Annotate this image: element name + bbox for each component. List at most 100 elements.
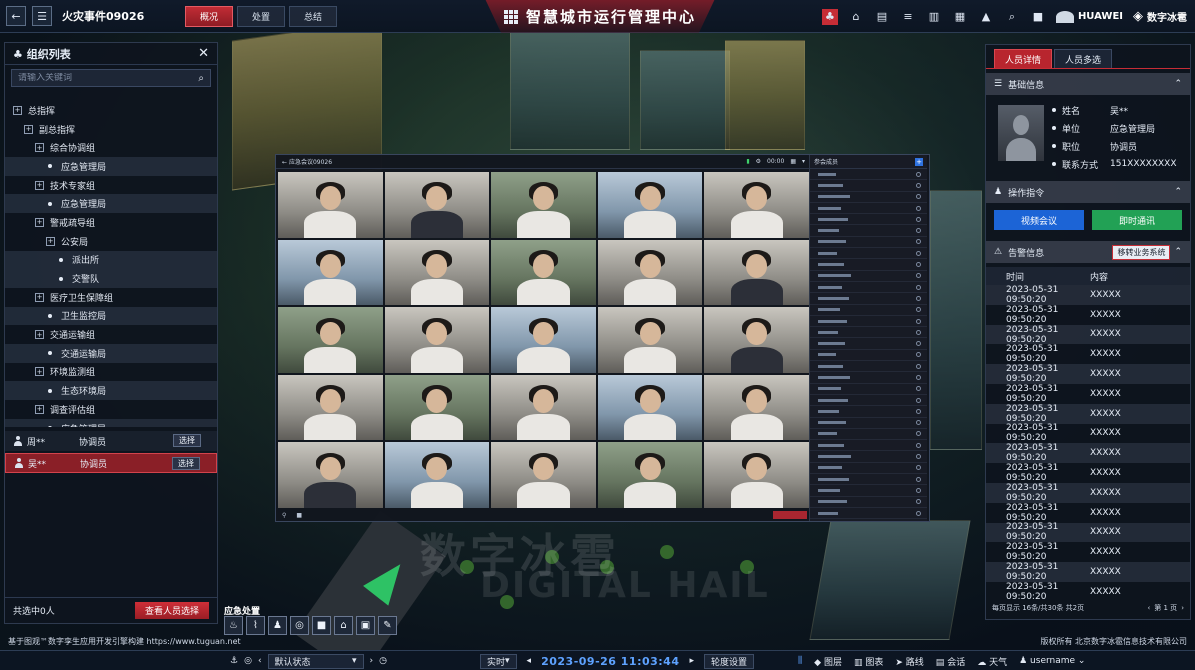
participant-row[interactable] [810,497,927,508]
monitor-icon[interactable]: ▤ [874,9,890,25]
participant-row[interactable] [810,203,927,215]
tree-node[interactable]: + 总指挥 [5,101,217,120]
expand-icon[interactable]: + [35,330,44,340]
next-page-icon[interactable]: › [1181,604,1184,612]
basic-info-header[interactable]: ☰ 基础信息 ⌃ [986,73,1190,95]
search-icon[interactable]: ⌕ [1004,9,1020,25]
participant-row[interactable] [810,282,927,294]
participant-row[interactable] [810,350,927,362]
chart-button[interactable]: ▥ 图表 [854,655,883,668]
tab-summary[interactable]: 总结 [289,6,337,27]
chevron-left-icon[interactable]: ‹ [258,656,262,666]
route-icon[interactable]: ⌇ [246,616,265,635]
chevron-down-icon[interactable]: ▾ [802,158,805,165]
participant-row[interactable] [810,485,927,497]
video-tile[interactable] [278,442,383,508]
transfer-system-button[interactable]: 移转业务系统 [1112,244,1171,260]
tree-node[interactable]: + 技术专家组 [5,176,217,195]
participant-row[interactable] [810,440,927,452]
anchor-icon[interactable]: ⚓ [230,656,238,666]
video-tile[interactable] [384,307,490,373]
target-icon[interactable]: ◎ [290,616,309,635]
video-tile[interactable] [704,239,809,306]
alert-row[interactable]: 2023-05-31 09:50:20 XXXXX [986,285,1190,305]
tree-node[interactable]: + 公安局 [5,232,217,251]
video-tile[interactable] [384,442,490,508]
tree-node[interactable]: 生态环境局 [5,381,217,400]
prev-page-icon[interactable]: ‹ [1147,604,1150,612]
participant-row[interactable] [810,429,927,441]
tree-node[interactable]: + 综合协调组 [5,138,217,157]
tab-person-multi[interactable]: 人员多选 [1054,49,1113,68]
participant-row[interactable] [810,316,927,328]
video-tile[interactable] [384,239,490,306]
participant-row[interactable] [810,248,927,260]
alert-row[interactable]: 2023-05-31 09:50:20 XXXXX [986,384,1190,404]
fire-icon[interactable]: ♨ [224,616,243,635]
video-tile[interactable] [704,172,809,238]
participant-row[interactable] [810,361,927,373]
expand-icon[interactable]: + [35,217,44,227]
settings-button[interactable]: 轮度设置 [704,653,755,669]
tree-node[interactable]: + 副总指挥 [5,120,217,139]
participant-row[interactable] [810,338,927,350]
target-icon[interactable]: ◎ [244,656,252,666]
camera-icon[interactable]: ■ [1030,9,1046,25]
tree-node[interactable]: + 医疗卫生保障组 [5,288,217,307]
participant-row[interactable] [810,451,927,463]
camera-toggle-icon[interactable]: ■ [296,512,302,519]
participant-row[interactable] [810,327,927,339]
participant-row[interactable] [810,293,927,305]
tree-node[interactable]: 卫生监控局 [5,306,217,326]
person-row-selected[interactable]: 吴** 协调员 选择 [5,453,217,473]
alert-row[interactable]: 2023-05-31 09:50:20 XXXXX [986,404,1190,424]
clock-icon[interactable]: ◷ [379,656,387,666]
close-icon[interactable]: ✕ [198,46,209,61]
video-camera-icon[interactable]: ■ [312,616,331,635]
expand-icon[interactable]: + [24,124,33,134]
tree-node[interactable]: + 环境监测组 [5,363,217,382]
chevron-right-icon[interactable]: › [370,656,374,666]
tree-node[interactable]: 交通运输局 [5,343,217,363]
expand-icon[interactable]: + [35,180,44,190]
video-tile[interactable] [597,239,703,306]
chevron-up-icon[interactable]: ⌃ [1174,79,1182,89]
video-tile[interactable] [278,239,383,306]
person-row[interactable]: 周** 协调员 选择 [5,431,217,451]
expand-icon[interactable]: + [46,236,55,246]
alert-row[interactable]: 2023-05-31 09:50:20 XXXXX [986,423,1190,443]
expand-icon[interactable]: + [13,105,22,115]
select-person-button[interactable]: 选择 [172,457,200,470]
video-tile[interactable] [278,307,383,373]
view-selection-button[interactable]: 查看人员选择 [134,602,209,619]
grid-view-icon[interactable]: ▦ [952,9,968,25]
alert-row[interactable]: 2023-05-31 09:50:20 XXXXX [986,344,1190,364]
settings-icon[interactable]: ⚙ [756,158,761,165]
video-tile[interactable] [597,307,703,373]
alert-row[interactable]: 2023-05-31 09:50:20 XXXXX [986,443,1190,463]
align-icon[interactable]: ⫼ [798,656,802,666]
building-icon[interactable]: ⌂ [334,616,353,635]
next-time-icon[interactable]: ▸ [690,656,695,666]
tree-node[interactable]: 交警队 [5,269,217,288]
add-participant-icon[interactable]: + [915,157,923,166]
participant-row[interactable] [810,237,927,249]
alert-row[interactable]: 2023-05-31 09:50:20 XXXXX [986,364,1190,384]
weather-button[interactable]: ☁ 天气 [977,655,1007,668]
mode-select[interactable]: 实时 ▾ [480,653,517,669]
video-tile[interactable] [384,374,490,441]
alert-row[interactable]: 2023-05-31 09:50:20 XXXXX [986,562,1190,582]
state-select[interactable]: 默认状态 ▾ [267,653,364,669]
org-chart-icon[interactable]: ♣ [821,8,838,25]
video-meeting-button[interactable]: 视频会议 [994,210,1084,230]
participant-row[interactable] [810,384,927,395]
menu-icon[interactable]: ☰ [32,6,52,26]
document-icon[interactable]: ▣ [356,616,375,635]
tree-node[interactable]: 派出所 [5,250,217,270]
alert-row[interactable]: 2023-05-31 09:50:20 XXXXX [986,305,1190,325]
ops-header[interactable]: ♟ 操作指令 ⌃ [986,181,1190,203]
participant-row[interactable] [810,395,927,407]
layout-icon[interactable]: ▦ [790,158,796,165]
expand-icon[interactable]: + [35,367,44,377]
bar-chart-icon[interactable]: ▥ [926,9,942,25]
